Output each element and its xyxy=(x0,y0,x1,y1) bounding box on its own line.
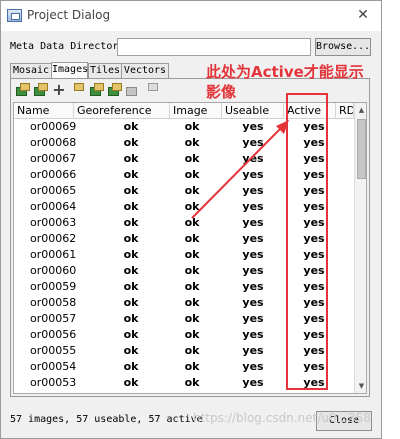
add-image-icon[interactable] xyxy=(15,82,31,98)
cell-useable: yes xyxy=(242,248,264,261)
cell-image: ok xyxy=(184,360,200,373)
scroll-up-icon[interactable]: ▲ xyxy=(355,103,366,117)
add-folder-icon[interactable] xyxy=(33,82,49,98)
window-title: Project Dialog xyxy=(27,8,111,22)
status-text: 57 images, 57 useable, 57 active xyxy=(10,414,203,425)
column-rd[interactable]: RD xyxy=(336,103,354,119)
cell-useable: yes xyxy=(242,280,264,293)
cell-useable: yes xyxy=(242,200,264,213)
column-image[interactable]: Image xyxy=(170,103,222,119)
cell-image: ok xyxy=(184,376,200,389)
meta-data-directory-input[interactable] xyxy=(117,38,311,56)
tab-images[interactable]: Images xyxy=(51,62,88,79)
cell-useable: yes xyxy=(242,120,264,133)
cell-image: ok xyxy=(184,280,200,293)
vertical-scrollbar[interactable]: ▲ ▼ xyxy=(354,103,366,393)
check-disabled-icon xyxy=(125,82,141,98)
cell-useable: yes xyxy=(242,168,264,181)
tab-mosaic[interactable]: Mosaic xyxy=(10,63,52,79)
cell-name: or00068 xyxy=(30,136,77,149)
annotation-text: 此处为Active才能显示影像 xyxy=(206,63,364,101)
scroll-thumb[interactable] xyxy=(357,119,366,179)
tab-tiles[interactable]: Tiles xyxy=(88,63,122,79)
cell-image: ok xyxy=(184,184,200,197)
cell-useable: yes xyxy=(242,328,264,341)
cell-name: or00069 xyxy=(30,120,77,133)
cell-image: ok xyxy=(184,200,200,213)
cell-image: ok xyxy=(184,344,200,357)
app-icon xyxy=(7,9,22,22)
cell-name: or00064 xyxy=(30,200,77,213)
cell-image: ok xyxy=(184,248,200,261)
cell-useable: yes xyxy=(242,360,264,373)
cell-image: ok xyxy=(184,168,200,181)
meta-data-directory-label: Meta Data Directory xyxy=(10,41,125,52)
cell-name: or00062 xyxy=(30,232,77,245)
cell-name: or00063 xyxy=(30,216,77,229)
cell-name: or00065 xyxy=(30,184,77,197)
cell-useable: yes xyxy=(242,216,264,229)
cell-name: or00066 xyxy=(30,168,77,181)
column-georeference[interactable]: Georeference xyxy=(74,103,170,119)
active-column-highlight xyxy=(286,93,328,390)
cell-image: ok xyxy=(184,136,200,149)
cell-name: or00067 xyxy=(30,152,77,165)
cell-image: ok xyxy=(184,296,200,309)
export-icon[interactable] xyxy=(107,82,123,98)
column-useable[interactable]: Useable xyxy=(222,103,284,119)
cell-name: or00054 xyxy=(30,360,77,373)
scroll-down-icon[interactable]: ▼ xyxy=(355,379,366,393)
remove-disabled-icon xyxy=(143,82,159,98)
cell-useable: yes xyxy=(242,376,264,389)
cell-useable: yes xyxy=(242,264,264,277)
cell-image: ok xyxy=(184,120,200,133)
cell-name: or00060 xyxy=(30,264,77,277)
cell-useable: yes xyxy=(242,136,264,149)
cell-name: or00061 xyxy=(30,248,77,261)
close-icon[interactable]: ✕ xyxy=(353,5,373,25)
settings-icon[interactable] xyxy=(69,82,85,98)
column-name[interactable]: Name xyxy=(14,103,74,119)
browse-button[interactable]: Browse... xyxy=(315,38,371,56)
cell-useable: yes xyxy=(242,312,264,325)
cell-image: ok xyxy=(184,328,200,341)
cell-name: or00058 xyxy=(30,296,77,309)
cell-name: or00053 xyxy=(30,376,77,389)
cell-name: or00056 xyxy=(30,328,77,341)
cell-useable: yes xyxy=(242,152,264,165)
cell-image: ok xyxy=(184,232,200,245)
cell-image: ok xyxy=(184,152,200,165)
cell-name: or00057 xyxy=(30,312,77,325)
cell-image: ok xyxy=(184,216,200,229)
cell-useable: yes xyxy=(242,344,264,357)
add-plus-icon[interactable]: + xyxy=(51,82,67,98)
cell-image: ok xyxy=(184,312,200,325)
title-bar: Project Dialog ✕ xyxy=(1,1,381,31)
cell-useable: yes xyxy=(242,184,264,197)
watermark: https://blog.csdn.net/u0...358 xyxy=(193,411,371,425)
cell-image: ok xyxy=(184,264,200,277)
import-icon[interactable] xyxy=(89,82,105,98)
cell-name: or00059 xyxy=(30,280,77,293)
cell-useable: yes xyxy=(242,232,264,245)
cell-useable: yes xyxy=(242,296,264,309)
cell-name: or00055 xyxy=(30,344,77,357)
tab-vectors[interactable]: Vectors xyxy=(121,63,169,79)
